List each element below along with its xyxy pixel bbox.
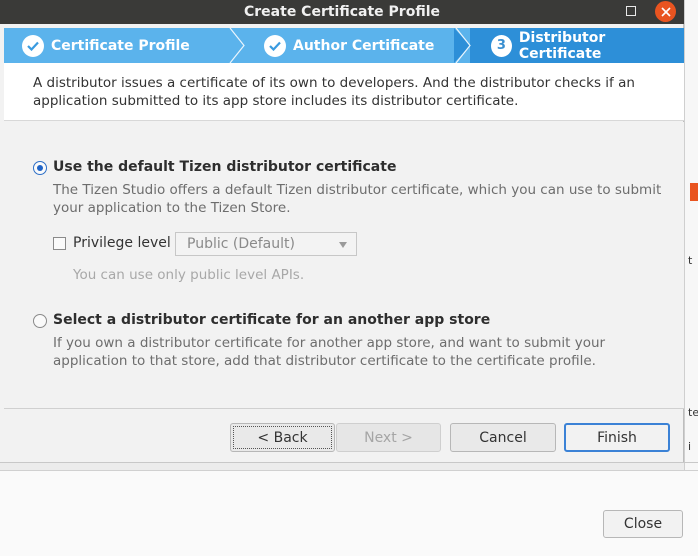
privilege-level-hint: You can use only public level APIs. — [73, 267, 305, 283]
background-side-panel — [684, 0, 698, 470]
cancel-button[interactable]: Cancel — [450, 423, 556, 452]
default-certificate-title[interactable]: Use the default Tizen distributor certif… — [53, 159, 396, 175]
privilege-level-select[interactable]: Public (Default) — [175, 232, 357, 256]
button-bar-divider — [4, 408, 684, 409]
background-text: t — [688, 254, 693, 267]
step-distributor-certificate: 3 Distributor Certificate — [491, 28, 684, 63]
step-label: Certificate Profile — [51, 37, 190, 54]
description-line: If you own a distributor certificate for… — [53, 335, 606, 351]
step-separator-icon — [229, 28, 245, 63]
step-number: 3 — [491, 34, 512, 57]
description-line: your application to the Tizen Store. — [53, 200, 291, 216]
dialog-title: Create Certificate Profile — [0, 0, 684, 24]
background-text: i — [688, 440, 692, 453]
background-accent-mark — [690, 183, 698, 201]
privilege-level-label[interactable]: Privilege level — [73, 235, 171, 251]
description-line: A distributor issues a certificate of it… — [33, 75, 635, 91]
create-certificate-profile-dialog: Create Certificate Profile Certificate P… — [0, 0, 684, 462]
other-certificate-title[interactable]: Select a distributor certificate for an … — [53, 312, 490, 328]
step-label: Distributor Certificate — [518, 29, 606, 62]
other-certificate-description: If you own a distributor certificate for… — [53, 334, 605, 370]
other-certificate-radio[interactable] — [33, 314, 47, 328]
background-footer — [0, 470, 698, 556]
page-description: A distributor issues a certificate of it… — [4, 63, 684, 121]
next-button[interactable]: Next > — [336, 423, 441, 452]
step-certificate-profile: Certificate Profile — [22, 28, 190, 63]
background-text: te — [688, 406, 698, 419]
chevron-down-icon — [339, 242, 347, 248]
background-close-button[interactable]: Close — [603, 510, 683, 538]
description-line: application to that store, add that dist… — [53, 353, 596, 369]
check-icon — [22, 34, 44, 57]
step-label: Author Certificate — [293, 37, 435, 54]
default-certificate-description: The Tizen Studio offers a default Tizen … — [53, 181, 661, 217]
step-separator-icon — [454, 28, 471, 63]
options-panel: Use the default Tizen distributor certif… — [4, 122, 684, 408]
close-icon[interactable] — [655, 1, 676, 22]
privilege-level-checkbox[interactable] — [53, 237, 66, 250]
minimize-icon[interactable] — [626, 6, 636, 16]
back-button[interactable]: < Back — [230, 423, 335, 452]
finish-button[interactable]: Finish — [564, 423, 670, 452]
description-line: The Tizen Studio offers a default Tizen … — [53, 182, 662, 198]
background-divider — [0, 462, 698, 463]
privilege-level-value: Public (Default) — [187, 236, 295, 252]
default-certificate-radio[interactable] — [33, 161, 47, 175]
description-line: application submitted to its app store i… — [33, 93, 519, 109]
check-icon — [264, 34, 286, 57]
step-author-certificate: Author Certificate — [264, 28, 434, 63]
wizard-steps: Certificate Profile Author Certificate 3… — [4, 28, 684, 63]
